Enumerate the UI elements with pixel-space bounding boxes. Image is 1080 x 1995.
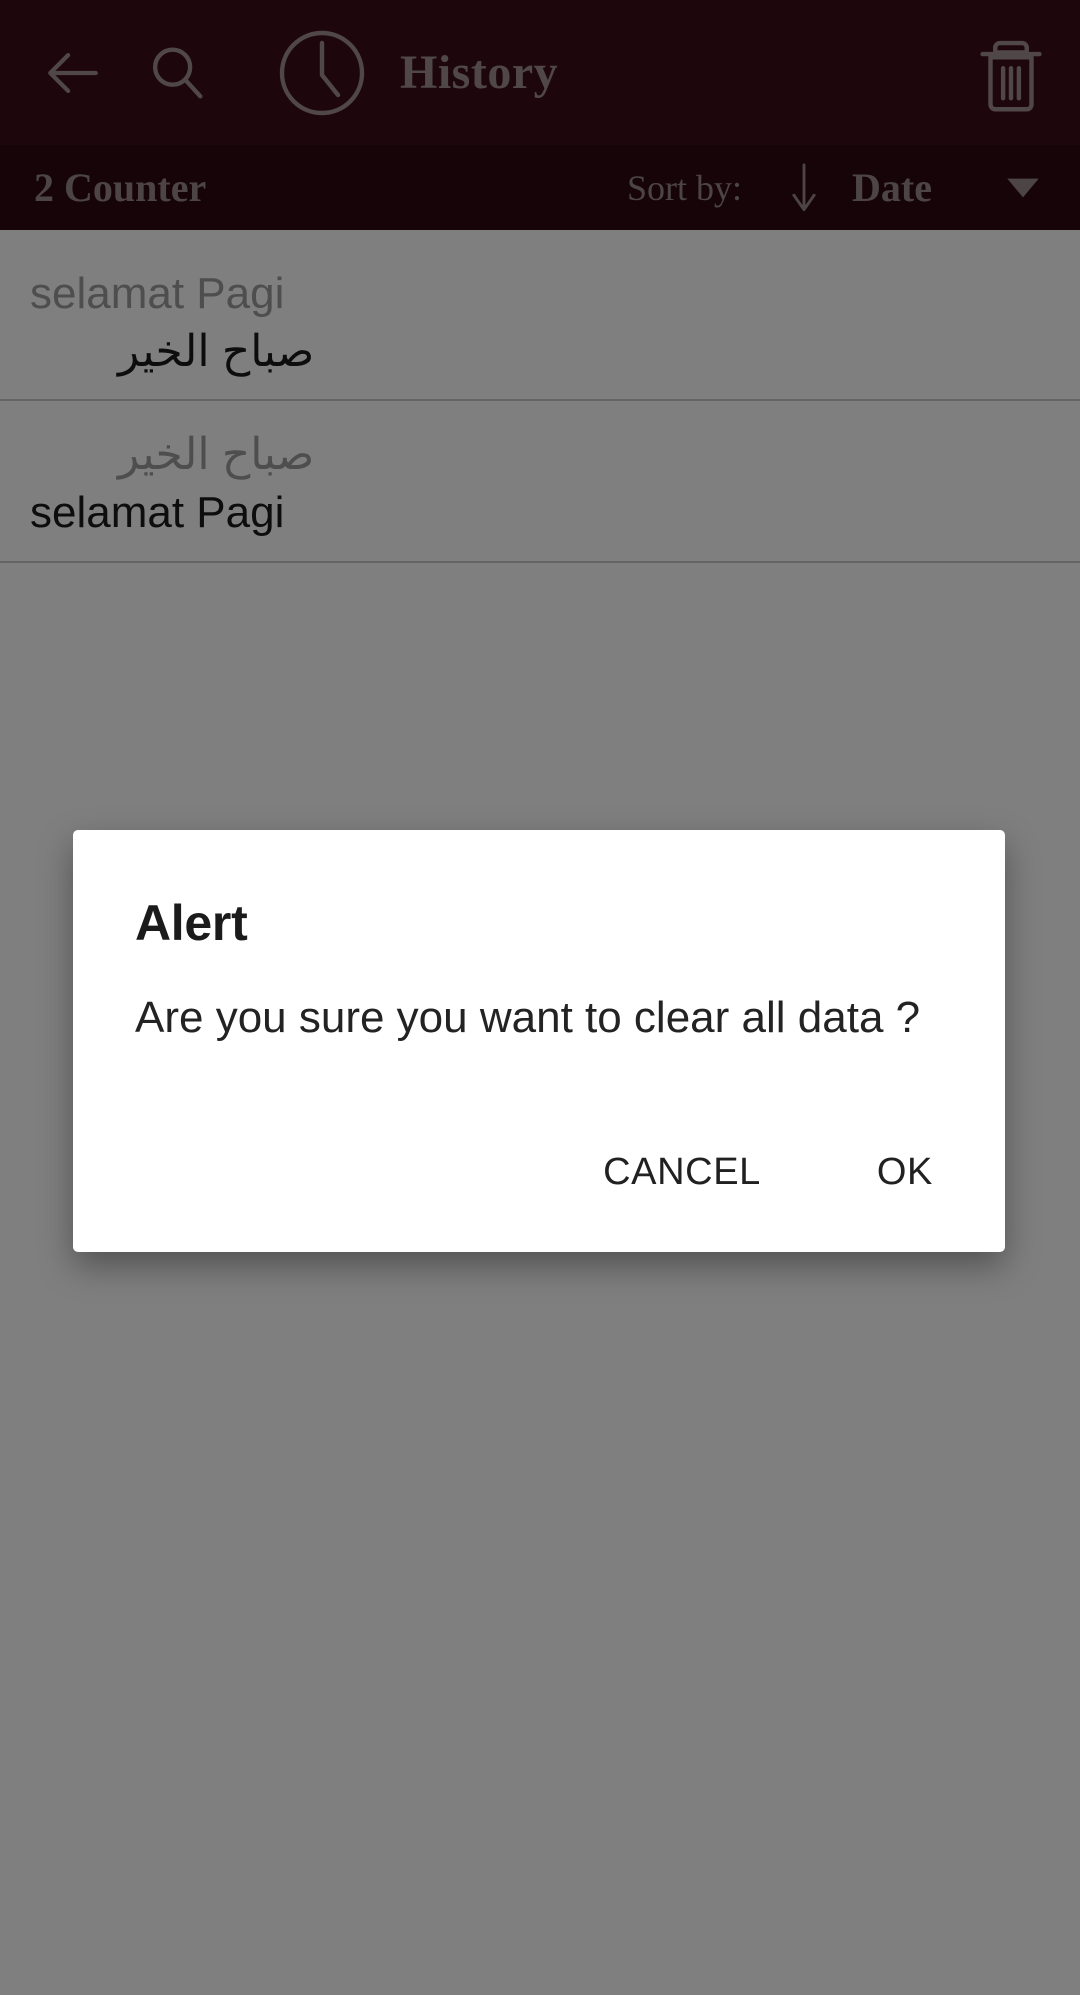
sort-value-label[interactable]: Date <box>852 164 932 211</box>
search-icon[interactable] <box>142 38 212 108</box>
dialog-title: Alert <box>135 895 248 951</box>
history-list: selamat Pagi صباح الخير صباح الخير selam… <box>0 230 1080 563</box>
list-item-source-text: selamat Pagi <box>30 269 285 318</box>
caret-down-icon[interactable] <box>1006 177 1040 199</box>
clock-icon <box>274 25 370 121</box>
list-item[interactable]: selamat Pagi صباح الخير <box>0 240 1080 402</box>
sort-by-label: Sort by: <box>627 167 743 208</box>
list-item-source-text: صباح الخير <box>118 430 315 480</box>
alert-dialog: Alert Are you sure you want to clear all… <box>73 830 1005 1253</box>
dialog-action-row: CANCEL OK <box>73 1047 1005 1252</box>
list-item-target-text: صباح الخير <box>118 327 315 376</box>
app-toolbar: History <box>0 0 1080 145</box>
arrow-down-icon[interactable] <box>786 162 822 214</box>
sort-control-group[interactable]: Sort by: Date <box>627 162 1046 214</box>
page-title: History <box>400 46 559 99</box>
list-item-target-text: selamat Pagi <box>30 488 285 538</box>
list-item[interactable]: صباح الخير selamat Pagi <box>0 401 1080 563</box>
counter-label: 2 Counter <box>34 165 207 210</box>
cancel-button[interactable]: CANCEL <box>579 1137 785 1208</box>
dialog-message: Are you sure you want to clear all data … <box>135 993 921 1042</box>
ok-button[interactable]: OK <box>853 1137 957 1208</box>
sort-bar: 2 Counter Sort by: Date <box>0 145 1080 230</box>
back-icon[interactable] <box>34 34 112 112</box>
screen-history: History 2 Counter Sort by: Date selamat … <box>0 0 1080 1995</box>
trash-icon[interactable] <box>976 32 1046 114</box>
